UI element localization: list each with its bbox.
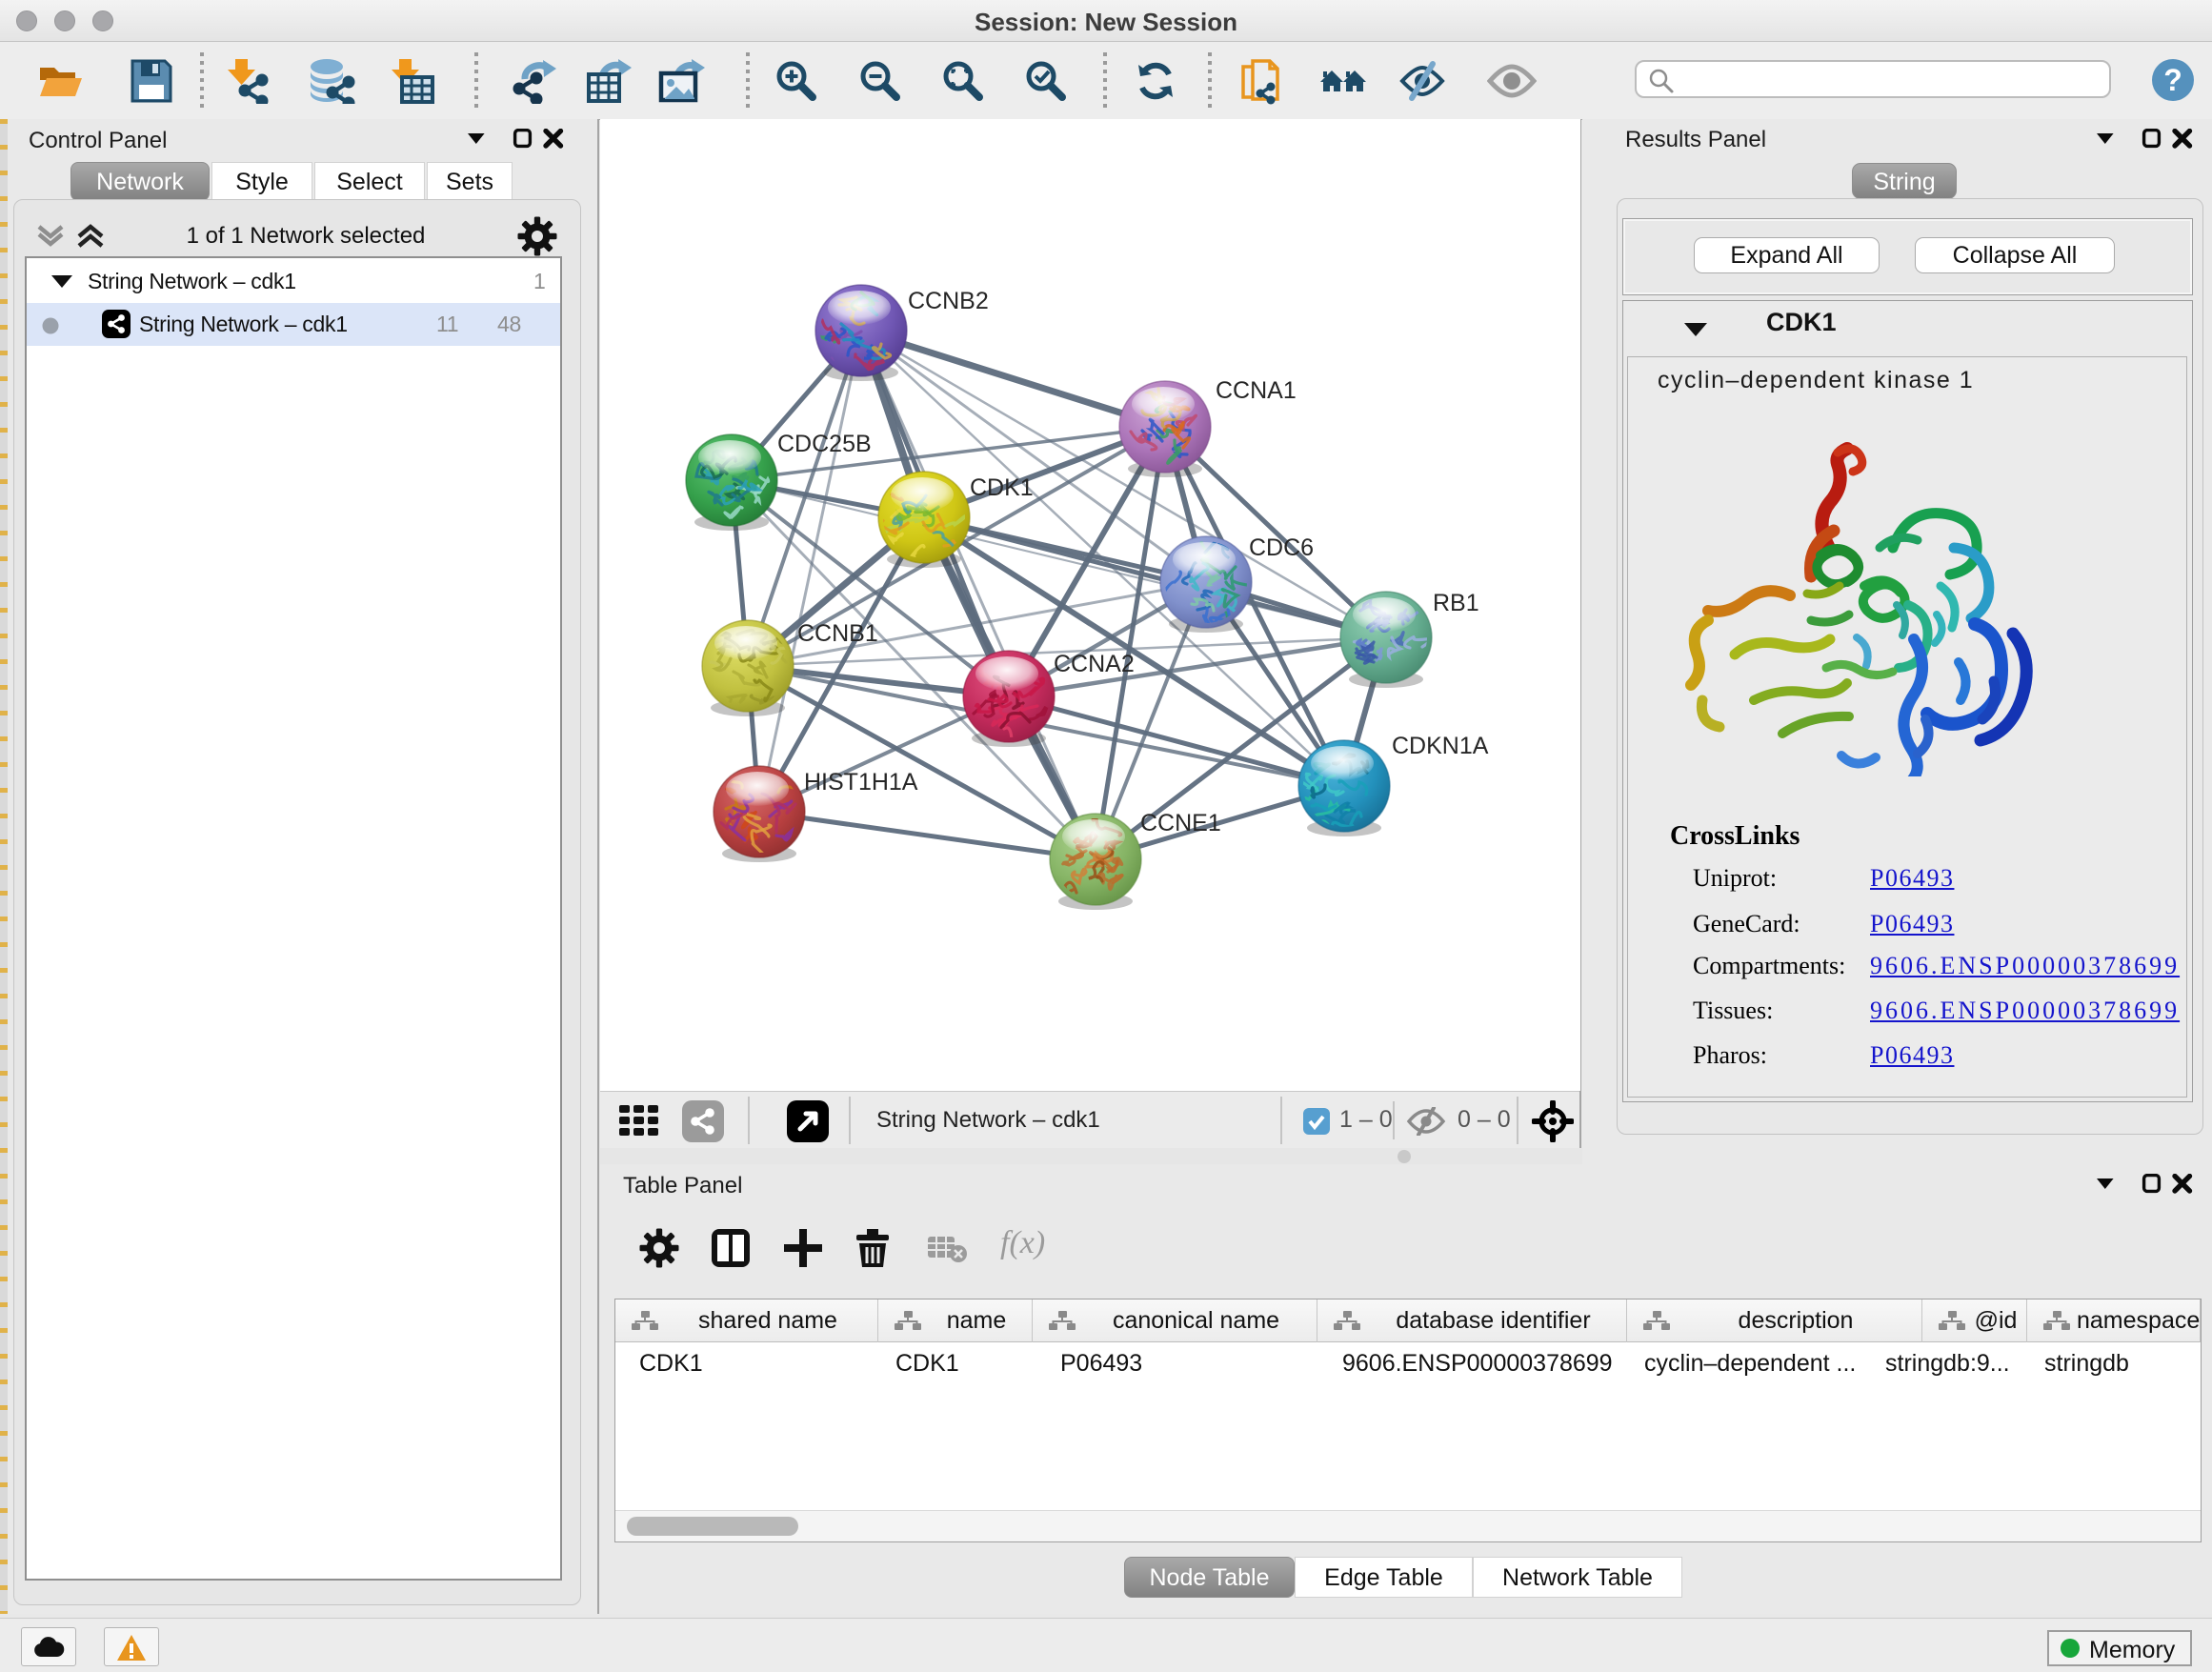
svg-text:?: ? bbox=[2163, 63, 2182, 97]
svg-text:CCNE1: CCNE1 bbox=[1140, 810, 1221, 836]
svg-text:CCNB2: CCNB2 bbox=[908, 288, 989, 314]
svg-text:CDC25B: CDC25B bbox=[777, 431, 872, 457]
svg-text:CDK1: CDK1 bbox=[970, 474, 1034, 501]
svg-text:CCNB1: CCNB1 bbox=[797, 620, 878, 647]
svg-text:RB1: RB1 bbox=[1433, 590, 1479, 616]
svg-text:CCNA2: CCNA2 bbox=[1054, 651, 1135, 677]
svg-text:CDC6: CDC6 bbox=[1249, 534, 1314, 561]
svg-text:CCNA1: CCNA1 bbox=[1216, 377, 1297, 404]
svg-text:CDKN1A: CDKN1A bbox=[1392, 733, 1489, 759]
svg-text:HIST1H1A: HIST1H1A bbox=[804, 769, 918, 796]
